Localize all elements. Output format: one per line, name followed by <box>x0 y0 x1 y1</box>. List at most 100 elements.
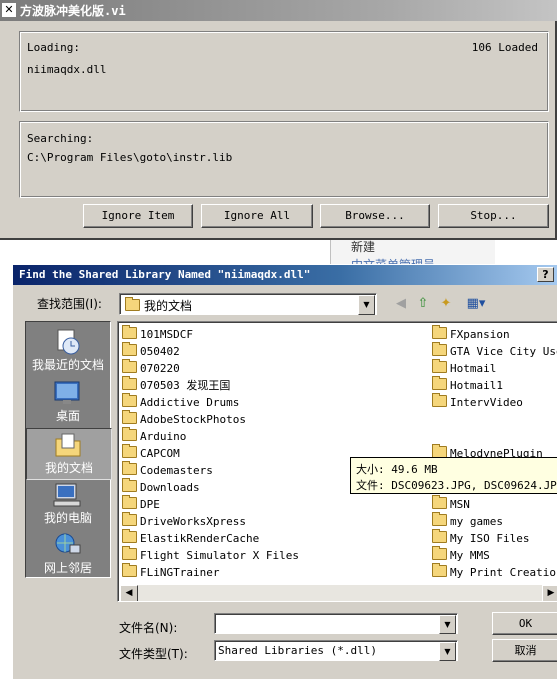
folder-item[interactable]: Arduino <box>122 427 187 445</box>
chevron-down-icon[interactable]: ▼ <box>439 642 456 661</box>
back-icon[interactable]: ◀ <box>392 295 410 313</box>
folder-item[interactable]: 050402 <box>122 342 180 360</box>
filetype-select[interactable]: Shared Libraries (*.dll) ▼ <box>214 640 458 661</box>
folder-item[interactable]: FLiNGTrainer <box>122 563 220 581</box>
folder-icon <box>122 563 137 577</box>
scroll-left-icon[interactable]: ◀ <box>120 585 138 601</box>
scroll-right-icon[interactable]: ▶ <box>542 585 557 601</box>
ok-button[interactable]: OK <box>492 612 557 635</box>
look-in-value: 我的文档 <box>144 299 193 313</box>
folder-name: My MMS <box>450 549 490 562</box>
folder-item[interactable]: Hotmail <box>432 359 497 377</box>
folder-name: Hotmail <box>450 362 497 375</box>
folder-icon <box>122 546 137 560</box>
folder-name: 101MSDCF <box>140 328 193 341</box>
folder-item[interactable]: my games <box>432 512 503 530</box>
file-dialog: Find the Shared Library Named "niimaqdx.… <box>11 264 557 679</box>
folder-icon <box>432 342 447 356</box>
folder-icon <box>122 495 137 509</box>
cancel-button[interactable]: 取消 <box>492 639 557 662</box>
place-my-documents-label: 我的文档 <box>44 461 93 475</box>
folder-item[interactable]: ElastikRenderCache <box>122 529 260 547</box>
view-menu-icon[interactable]: ▦▾ <box>463 295 489 313</box>
folder-name: DriveWorksXpress <box>140 515 246 528</box>
background-text-new: 新建 <box>351 240 376 254</box>
folder-name: AdobeStockPhotos <box>140 413 246 426</box>
folder-icon <box>122 376 137 390</box>
folder-item[interactable]: 101MSDCF <box>122 325 193 343</box>
folder-item[interactable]: My MMS <box>432 546 490 564</box>
ignore-all-button[interactable]: Ignore All <box>201 204 313 228</box>
folder-item[interactable]: Downloads <box>122 478 200 496</box>
folder-item[interactable]: IntervVideo <box>432 393 523 411</box>
place-my-documents[interactable]: 我的文档 <box>26 428 112 480</box>
ignore-item-button[interactable]: Ignore Item <box>83 204 193 228</box>
folder-name: Arduino <box>140 430 187 443</box>
file-list[interactable]: 101MSDCF 050402 070220 070503 发现王国 Addictive… <box>117 321 557 602</box>
folder-item[interactable]: GTA Vice City User <box>432 342 557 360</box>
folder-icon <box>122 444 137 458</box>
my-documents-icon <box>55 433 81 457</box>
folder-name: FXpansion <box>450 328 510 341</box>
folder-item[interactable]: FXpansion <box>432 325 510 343</box>
folder-icon <box>432 512 447 526</box>
up-folder-icon[interactable]: ⇧ <box>414 295 432 313</box>
place-desktop-label: 桌面 <box>55 409 80 423</box>
look-in-combo[interactable]: 我的文档 ▼ <box>119 293 377 315</box>
place-network[interactable]: 网上邻居 <box>26 529 110 579</box>
new-folder-icon[interactable]: ✦ <box>437 295 455 313</box>
folder-item[interactable]: Hotmail1 <box>432 376 503 394</box>
file-dialog-titlebar[interactable]: Find the Shared Library Named "niimaqdx.… <box>13 265 557 285</box>
folder-icon <box>432 325 447 339</box>
folder-name: GTA Vice City User <box>450 345 557 358</box>
folder-icon <box>432 359 447 373</box>
place-my-computer-label: 我的电脑 <box>43 511 92 525</box>
folder-item[interactable]: Flight Simulator X Files <box>122 546 299 564</box>
network-places-icon <box>55 533 81 554</box>
help-button[interactable]: ? <box>537 267 554 282</box>
folder-name: my games <box>450 515 503 528</box>
folder-name: Downloads <box>140 481 200 494</box>
folder-name: ElastikRenderCache <box>140 532 260 545</box>
folder-name: 070503 发现王国 <box>140 379 231 392</box>
folder-item[interactable]: AdobeStockPhotos <box>122 410 246 428</box>
folder-item[interactable]: Codemasters <box>122 461 213 479</box>
folder-icon <box>122 410 137 424</box>
folder-icon <box>122 342 137 356</box>
filetype-value: Shared Libraries (*.dll) <box>218 644 377 657</box>
searching-label: Searching: <box>27 132 94 145</box>
folder-name: Codemasters <box>140 464 213 477</box>
folder-item[interactable]: My ISO Files <box>432 529 529 547</box>
folder-item[interactable]: CAPCOM <box>122 444 180 462</box>
folder-tooltip: 大小: 49.6 MB 文件: DSC09623.JPG, DSC09624.J… <box>350 457 557 494</box>
place-my-computer[interactable]: 我的电脑 <box>26 479 110 529</box>
folder-icon <box>432 546 447 560</box>
folder-item[interactable]: 070503 发现王国 <box>122 376 231 394</box>
stop-button[interactable]: Stop... <box>438 204 549 228</box>
folder-item[interactable]: My Print Creations <box>432 563 557 581</box>
my-computer-icon <box>53 483 81 507</box>
loading-dialog-title: 方波脉冲美化版.vi <box>20 4 126 18</box>
folder-item[interactable]: DriveWorksXpress <box>122 512 246 530</box>
filename-input[interactable]: ▼ <box>214 613 458 634</box>
folder-icon <box>122 529 137 543</box>
folder-name: My Print Creations <box>450 566 557 579</box>
place-desktop[interactable]: 桌面 <box>26 377 110 427</box>
folder-item[interactable]: MSN <box>432 495 470 513</box>
horizontal-scrollbar[interactable]: ◀ ▶ <box>120 585 557 601</box>
browse-button[interactable]: Browse... <box>320 204 430 228</box>
chevron-down-icon[interactable]: ▼ <box>439 615 456 634</box>
folder-icon <box>122 427 137 441</box>
folder-item[interactable]: 070220 <box>122 359 180 377</box>
folder-name: FLiNGTrainer <box>140 566 220 579</box>
filetype-label: 文件类型(T): <box>119 647 188 661</box>
folder-item[interactable]: DPE <box>122 495 160 513</box>
desktop-icon <box>54 381 80 404</box>
place-recent[interactable]: 我最近的文档 <box>26 326 110 376</box>
folder-icon <box>122 461 137 475</box>
folder-item[interactable]: Addictive Drums <box>122 393 239 411</box>
chevron-down-icon[interactable]: ▼ <box>358 295 375 315</box>
folder-icon <box>432 563 447 577</box>
loading-dialog-titlebar[interactable]: ✕ 方波脉冲美化版.vi <box>0 0 557 21</box>
place-recent-label: 我最近的文档 <box>31 358 104 372</box>
